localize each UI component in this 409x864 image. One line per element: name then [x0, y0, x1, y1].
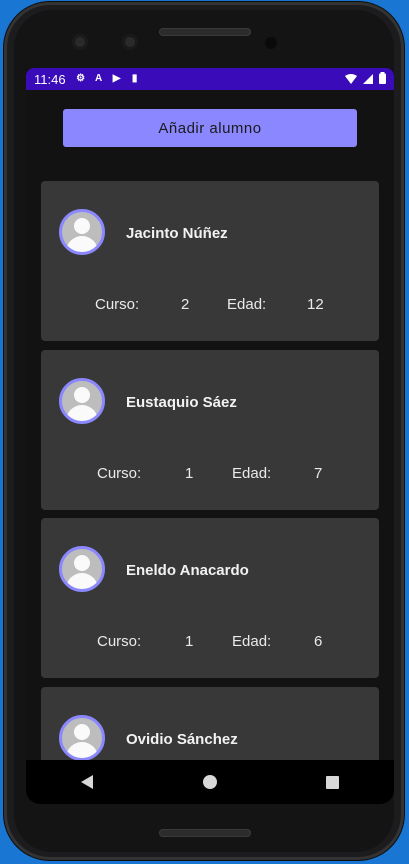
- wifi-icon: [345, 72, 357, 87]
- a-icon: A: [94, 73, 103, 84]
- student-card[interactable]: Eneldo Anacardo Curso: 1 Edad: 6: [41, 518, 379, 678]
- back-icon: [81, 775, 94, 789]
- edad-label: Edad:: [227, 296, 267, 313]
- student-name: Eneldo Anacardo: [126, 562, 249, 579]
- proximity-sensor: [265, 37, 277, 49]
- sd-card-icon: ▮: [131, 73, 138, 84]
- avatar: [59, 209, 105, 255]
- home-icon: [202, 775, 217, 789]
- curso-value: 1: [185, 633, 194, 650]
- home-button[interactable]: [188, 760, 232, 804]
- signal-icon: [363, 72, 373, 87]
- play-protect-icon: ▶: [112, 73, 121, 84]
- edad-value: 6: [314, 633, 323, 650]
- student-name: Jacinto Núñez: [126, 225, 228, 242]
- status-time: 11:46: [34, 71, 66, 87]
- recents-icon: [326, 775, 340, 789]
- student-name: Eustaquio Sáez: [126, 394, 237, 411]
- settings-icon: ⚙: [76, 73, 86, 84]
- student-name: Ovidio Sánchez: [126, 731, 238, 748]
- curso-label: Curso:: [97, 633, 142, 650]
- phone-frame: 11:46 ⚙ A ▶ ▮ Añadir alumno Jacinto Núñe…: [4, 2, 404, 860]
- curso-value: 1: [185, 465, 194, 482]
- earpiece-speaker: [159, 28, 251, 36]
- avatar: [59, 378, 105, 424]
- avatar: [59, 715, 105, 761]
- curso-value: 2: [181, 296, 190, 313]
- edad-label: Edad:: [232, 465, 272, 482]
- edad-value: 12: [307, 296, 324, 313]
- back-button[interactable]: [65, 760, 109, 804]
- front-camera-icon: [122, 34, 138, 50]
- battery-icon: [379, 71, 386, 87]
- navigation-bar: [26, 760, 394, 804]
- recents-button[interactable]: [311, 760, 355, 804]
- student-card[interactable]: Eustaquio Sáez Curso: 1 Edad: 7: [41, 350, 379, 510]
- add-student-button[interactable]: Añadir alumno: [63, 109, 357, 147]
- front-camera-icon: [72, 34, 88, 50]
- student-card[interactable]: Jacinto Núñez Curso: 2 Edad: 12: [41, 181, 379, 341]
- bottom-speaker: [159, 829, 251, 837]
- edad-label: Edad:: [232, 633, 272, 650]
- curso-label: Curso:: [95, 296, 140, 313]
- avatar: [59, 546, 105, 592]
- edad-value: 7: [314, 465, 323, 482]
- student-list[interactable]: Añadir alumno Jacinto Núñez Curso: 2 Eda…: [26, 90, 394, 782]
- curso-label: Curso:: [97, 465, 142, 482]
- status-bar: 11:46 ⚙ A ▶ ▮: [26, 68, 394, 90]
- screen: 11:46 ⚙ A ▶ ▮ Añadir alumno Jacinto Núñe…: [26, 68, 394, 804]
